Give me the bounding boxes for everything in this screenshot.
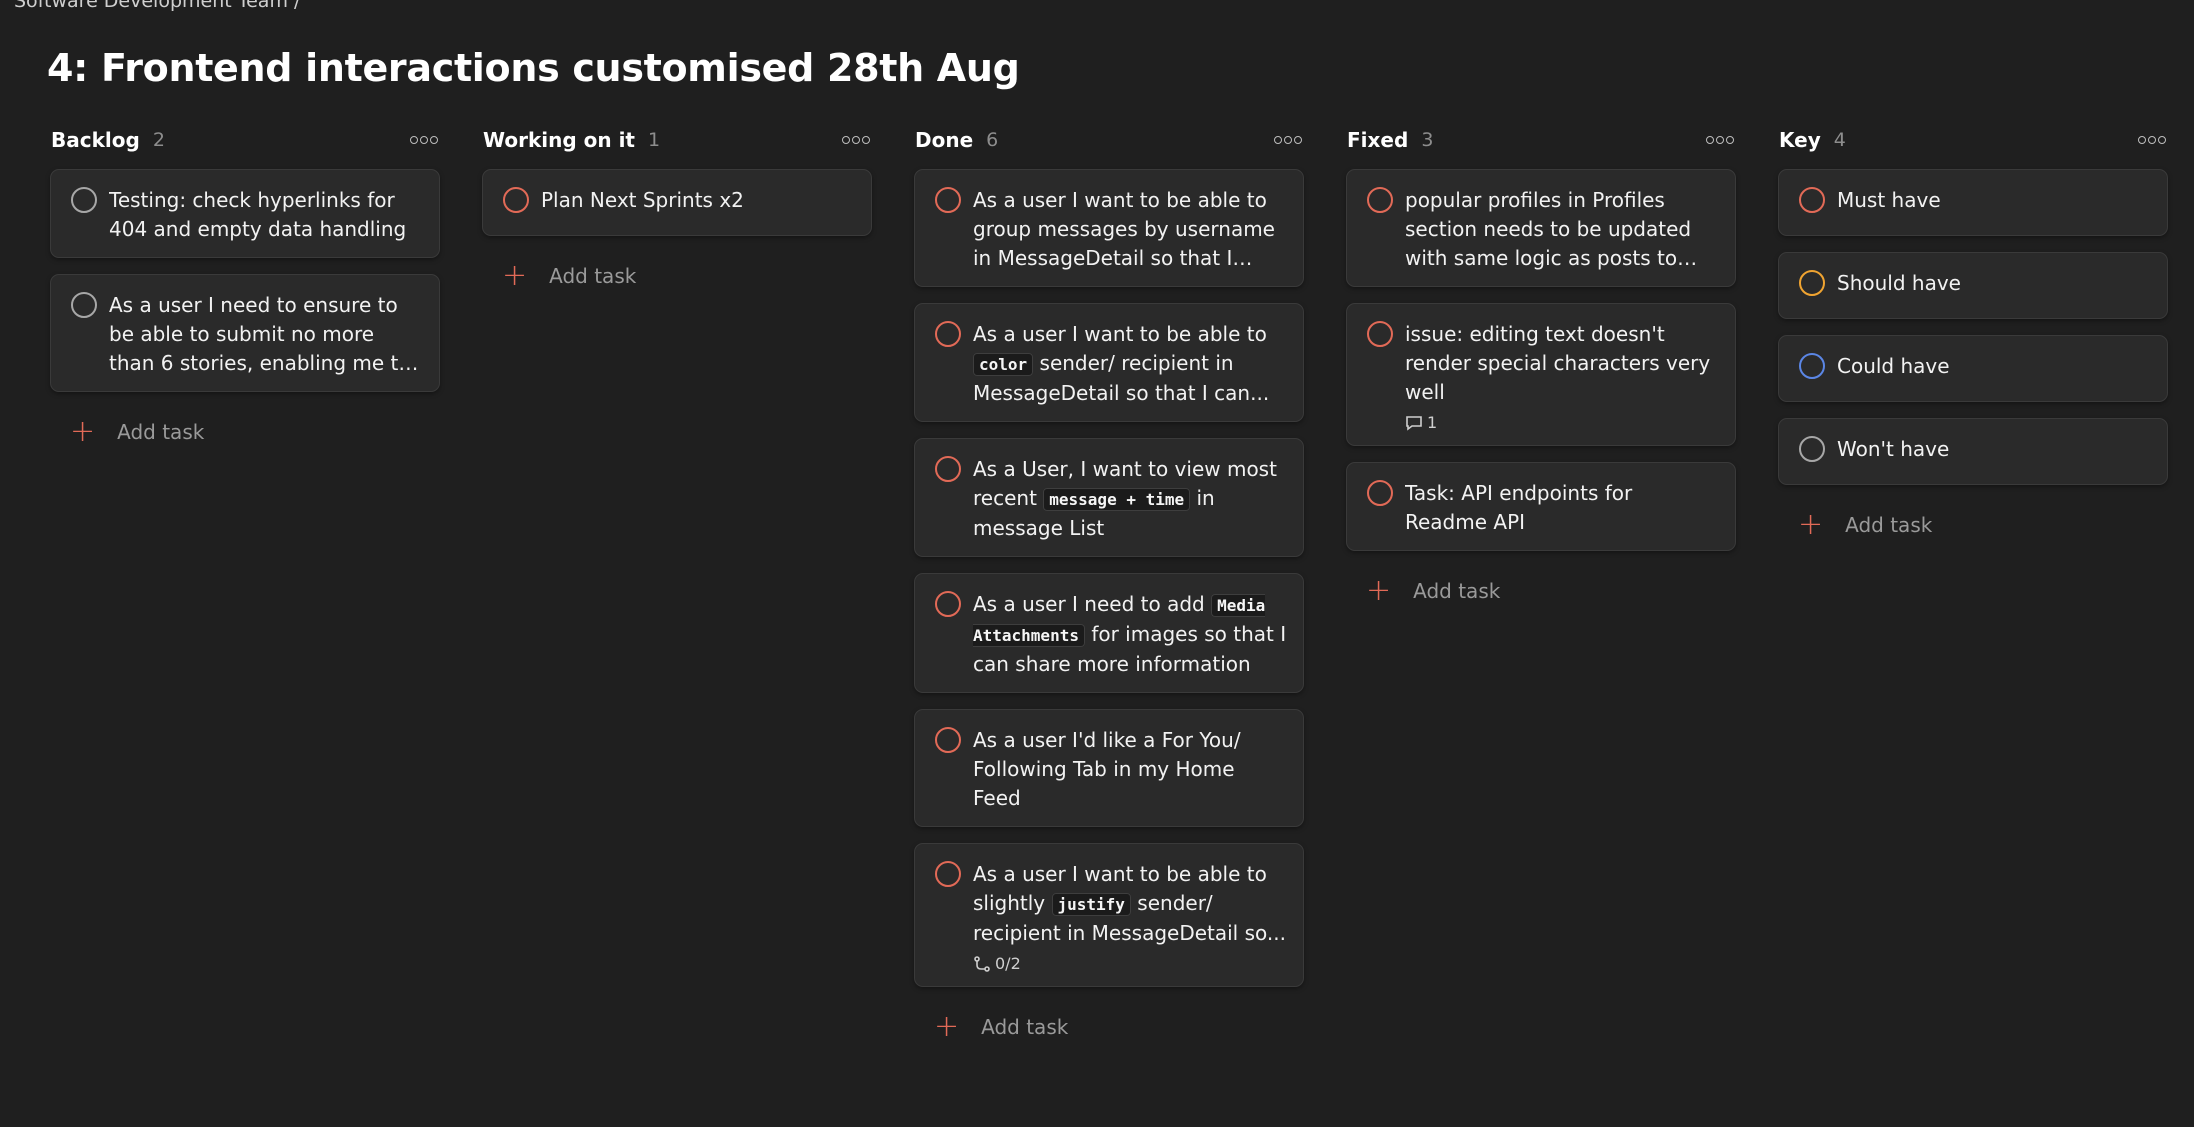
subtask-icon <box>974 955 990 972</box>
task-card[interactable]: As a user I'd like a For You/ Following … <box>914 709 1304 827</box>
plus-icon: + <box>1798 507 1824 542</box>
complete-checkbox[interactable] <box>935 727 961 753</box>
more-options-icon[interactable] <box>840 126 872 154</box>
column-count: 3 <box>1421 129 1434 151</box>
board: Backlog 2 Testing: check hyperlinks for … <box>50 124 2168 1047</box>
more-options-icon[interactable] <box>1704 126 1736 154</box>
complete-checkbox[interactable] <box>1367 321 1393 347</box>
plus-icon: + <box>934 1009 960 1044</box>
column-header: Backlog 2 <box>50 124 440 156</box>
complete-checkbox[interactable] <box>935 591 961 617</box>
task-title: As a user I want to be able to color sen… <box>973 322 1270 405</box>
task-title: Task: API endpoints for Readme API <box>1405 481 1633 534</box>
complete-checkbox[interactable] <box>1799 187 1825 213</box>
task-card[interactable]: As a User, I want to view most recent me… <box>914 438 1304 557</box>
column-working-on-it: Working on it 1 Plan Next Sprints x2 + A… <box>482 124 872 1047</box>
task-title: Plan Next Sprints x2 <box>541 188 744 212</box>
page-title: 4: Frontend interactions customised 28th… <box>47 46 1020 90</box>
more-options-icon[interactable] <box>408 126 440 154</box>
complete-checkbox[interactable] <box>935 456 961 482</box>
task-title: issue: editing text doesn't render speci… <box>1405 322 1711 404</box>
task-card[interactable]: Could have <box>1778 335 2168 402</box>
inline-code: message + time <box>1043 488 1191 511</box>
column-count: 4 <box>1833 129 1846 151</box>
complete-checkbox[interactable] <box>935 321 961 347</box>
task-card[interactable]: Won't have <box>1778 418 2168 485</box>
task-title: As a User, I want to view most recent me… <box>973 457 1277 540</box>
column-backlog: Backlog 2 Testing: check hyperlinks for … <box>50 124 440 1047</box>
complete-checkbox[interactable] <box>1799 270 1825 296</box>
column-title: Done <box>915 128 974 152</box>
column-count: 2 <box>152 129 165 151</box>
task-title: Should have <box>1837 271 1961 295</box>
task-title: Could have <box>1837 354 1950 378</box>
column-count: 1 <box>647 129 661 151</box>
complete-checkbox[interactable] <box>503 187 529 213</box>
add-task-label: Add task <box>1845 513 1933 537</box>
more-options-icon[interactable] <box>1272 126 1304 154</box>
column-key: Key 4 Must have Should have Could have W… <box>1778 124 2168 1047</box>
task-card[interactable]: Plan Next Sprints x2 <box>482 169 872 236</box>
complete-checkbox[interactable] <box>1367 187 1393 213</box>
task-title: Testing: check hyperlinks for 404 and em… <box>109 188 407 241</box>
column-count: 6 <box>986 129 999 151</box>
plus-icon: + <box>1366 573 1392 608</box>
column-header: Key 4 <box>1778 124 2168 156</box>
plus-icon: + <box>70 414 96 449</box>
column-title: Working on it <box>483 128 635 152</box>
task-card[interactable]: Testing: check hyperlinks for 404 and em… <box>50 169 440 258</box>
more-options-icon[interactable] <box>2136 126 2168 154</box>
task-card[interactable]: Must have <box>1778 169 2168 236</box>
column-fixed: Fixed 3 popular profiles in Profiles sec… <box>1346 124 1736 1047</box>
task-card[interactable]: As a user I want to be able to group mes… <box>914 169 1304 287</box>
add-task-button[interactable]: + Add task <box>914 1007 1304 1047</box>
add-task-label: Add task <box>1413 579 1501 603</box>
complete-checkbox[interactable] <box>1799 436 1825 462</box>
task-title: As a user I need to add Media Attachment… <box>973 592 1287 676</box>
add-task-button[interactable]: + Add task <box>482 256 872 296</box>
task-title: Won't have <box>1837 437 1950 461</box>
task-title: popular profiles in Profiles section nee… <box>1405 188 1692 270</box>
task-card[interactable]: Should have <box>1778 252 2168 319</box>
add-task-label: Add task <box>117 420 205 444</box>
task-title: As a user I'd like a For You/ Following … <box>973 728 1241 810</box>
add-task-button[interactable]: + Add task <box>50 412 440 452</box>
column-header: Working on it 1 <box>482 124 872 156</box>
task-title: As a user I need to ensure to be able to… <box>109 293 411 375</box>
add-task-button[interactable]: + Add task <box>1778 505 2168 545</box>
column-title: Fixed <box>1347 128 1409 152</box>
task-title: As a user I want to be able to slightly … <box>973 862 1286 945</box>
plus-icon: + <box>502 258 528 293</box>
inline-code: color <box>973 353 1034 376</box>
task-card[interactable]: popular profiles in Profiles section nee… <box>1346 169 1736 287</box>
subtask-count: 0/2 <box>973 954 1287 973</box>
comment-count: 1 <box>1405 413 1719 432</box>
column-title: Key <box>1779 128 1821 152</box>
inline-code: justify <box>1051 893 1131 916</box>
column-header: Fixed 3 <box>1346 124 1736 156</box>
column-title: Backlog <box>51 128 140 152</box>
task-card[interactable]: As a user I need to add Media Attachment… <box>914 573 1304 693</box>
comment-icon <box>1406 415 1422 431</box>
add-task-button[interactable]: + Add task <box>1346 571 1736 611</box>
complete-checkbox[interactable] <box>935 187 961 213</box>
add-task-label: Add task <box>981 1015 1069 1039</box>
complete-checkbox[interactable] <box>935 861 961 887</box>
task-title: As a user I want to be able to group mes… <box>973 188 1275 270</box>
task-card[interactable]: As a user I want to be able to color sen… <box>914 303 1304 422</box>
complete-checkbox[interactable] <box>1799 353 1825 379</box>
breadcrumb[interactable]: Software Development Team / <box>14 0 300 12</box>
task-title: Must have <box>1837 188 1941 212</box>
task-card[interactable]: As a user I need to ensure to be able to… <box>50 274 440 392</box>
task-card[interactable]: As a user I want to be able to slightly … <box>914 843 1304 987</box>
complete-checkbox[interactable] <box>1367 480 1393 506</box>
complete-checkbox[interactable] <box>71 292 97 318</box>
column-header: Done 6 <box>914 124 1304 156</box>
complete-checkbox[interactable] <box>71 187 97 213</box>
column-done: Done 6 As a user I want to be able to gr… <box>914 124 1304 1047</box>
add-task-label: Add task <box>549 264 637 288</box>
task-card[interactable]: issue: editing text doesn't render speci… <box>1346 303 1736 446</box>
task-card[interactable]: Task: API endpoints for Readme API <box>1346 462 1736 551</box>
